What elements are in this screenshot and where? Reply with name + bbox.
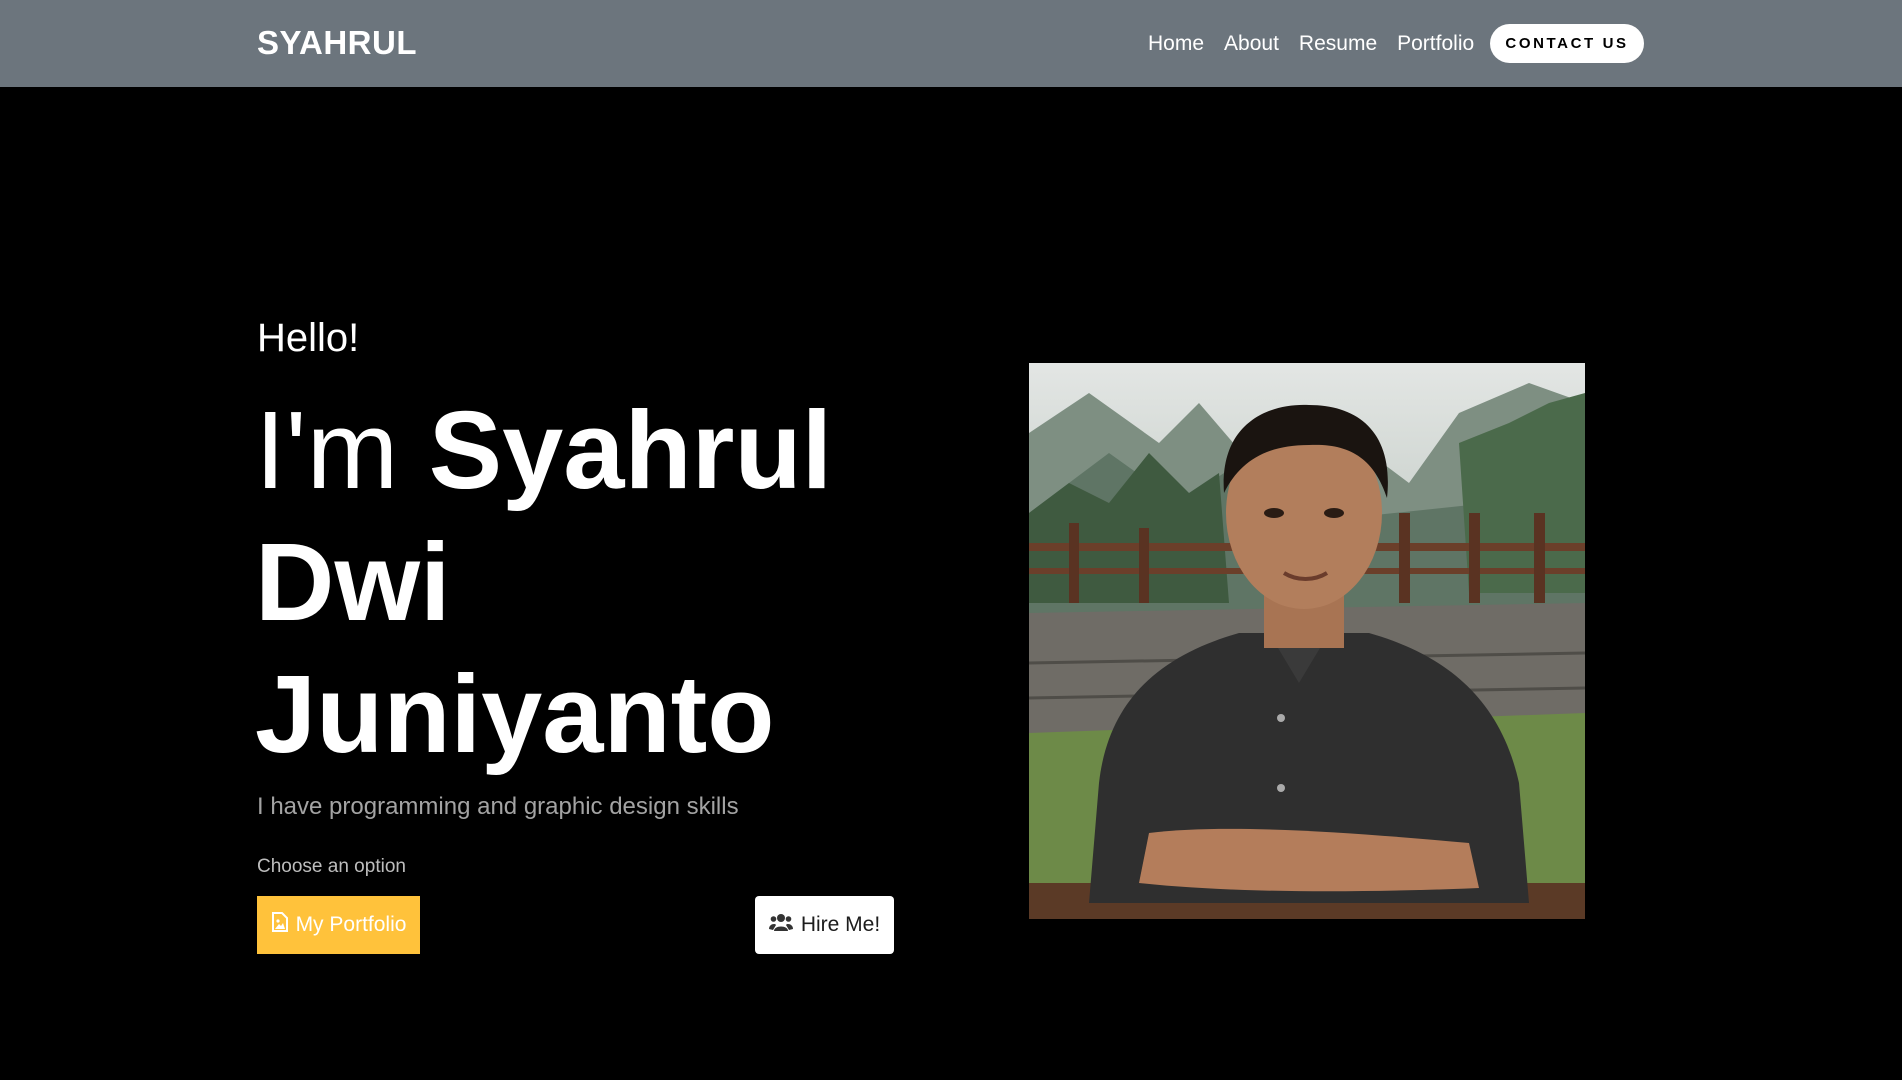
nav-links: Home About Resume Portfolio	[1148, 24, 1494, 64]
hero-subtitle: I have programming and graphic design sk…	[257, 793, 739, 820]
contact-us-button[interactable]: CONTACT US	[1490, 24, 1644, 63]
hero-headline: I'm Syahrul Dwi Juniyanto	[255, 385, 955, 781]
nav-link-resume[interactable]: Resume	[1299, 24, 1377, 64]
my-portfolio-button[interactable]: My Portfolio	[257, 896, 420, 954]
hire-me-label: Hire Me!	[800, 913, 881, 936]
my-portfolio-label: My Portfolio	[295, 913, 407, 936]
choose-option-label: Choose an option	[257, 856, 406, 877]
image-file-icon	[271, 912, 288, 938]
top-navbar: SYAHRUL Home About Resume Portfolio CONT…	[0, 0, 1902, 87]
nav-link-home[interactable]: Home	[1148, 24, 1204, 64]
profile-photo	[1029, 363, 1585, 919]
users-icon	[768, 912, 793, 938]
hero-greeting: Hello!	[257, 316, 360, 360]
hero-intro: I'm	[255, 389, 399, 512]
brand-logo[interactable]: SYAHRUL	[257, 25, 417, 61]
nav-link-about[interactable]: About	[1224, 24, 1279, 64]
nav-link-portfolio[interactable]: Portfolio	[1397, 24, 1474, 64]
hire-me-button[interactable]: Hire Me!	[755, 896, 894, 954]
